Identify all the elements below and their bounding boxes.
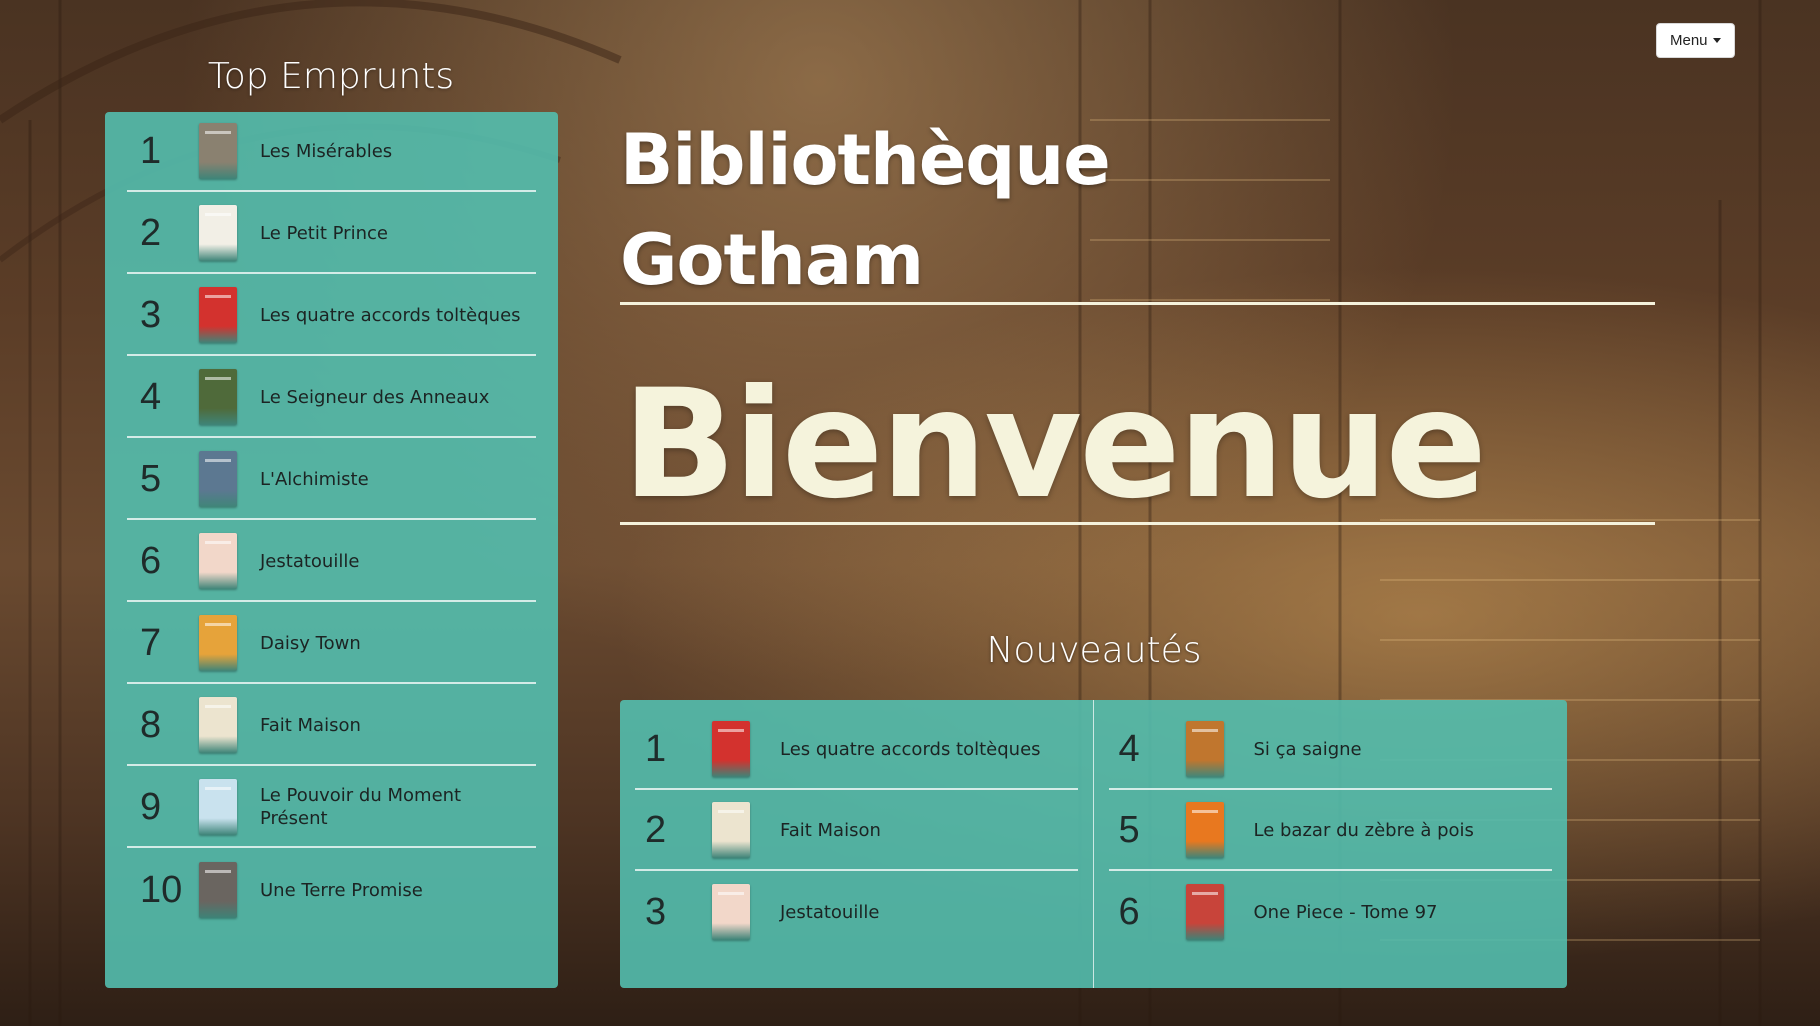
rank-number: 2 — [645, 808, 667, 851]
list-item[interactable]: 2 Le Petit Prince — [127, 194, 536, 274]
rank-number: 9 — [140, 785, 162, 828]
book-cover — [199, 123, 237, 179]
rank-number: 7 — [140, 621, 162, 664]
book-title: Les Misérables — [260, 140, 393, 162]
rank-number: 2 — [140, 211, 162, 254]
rank-number: 4 — [1118, 727, 1140, 770]
book-title: Le bazar du zèbre à pois — [1253, 819, 1474, 841]
rank-number: 4 — [140, 375, 162, 418]
list-item[interactable]: 3 Jestatouille — [635, 872, 1078, 952]
new-arrivals-column-right: 4 Si ça saigne 5 Le bazar du zèbre à poi… — [1094, 700, 1568, 988]
menu-button[interactable]: Menu — [1656, 23, 1735, 58]
book-title: Le Seigneur des Anneaux — [260, 386, 490, 408]
page-title-line-1: Bibliothèque — [620, 119, 1111, 201]
list-item[interactable]: 1 Les quatre accords toltèques — [635, 710, 1078, 790]
rank-number: 10 — [140, 868, 183, 911]
book-title: L'Alchimiste — [260, 468, 369, 490]
book-cover — [199, 205, 237, 261]
divider — [620, 302, 1655, 305]
rank-number: 6 — [1118, 890, 1140, 933]
book-title: Le Pouvoir du Moment Présent — [260, 785, 462, 829]
list-item[interactable]: 5 Le bazar du zèbre à pois — [1108, 791, 1552, 871]
book-cover — [199, 615, 237, 671]
list-item[interactable]: 3 Les quatre accords toltèques — [127, 276, 536, 356]
book-cover — [1185, 721, 1224, 777]
book-title: Une Terre Promise — [260, 879, 423, 901]
list-item[interactable]: 10 Une Terre Promise — [127, 850, 536, 930]
new-arrivals-title: Nouveautés — [986, 630, 1202, 671]
book-cover — [712, 884, 750, 940]
list-item[interactable]: 7 Daisy Town — [127, 604, 536, 684]
book-cover — [199, 697, 237, 753]
book-title: Les quatre accords toltèques — [260, 304, 521, 326]
top-borrowed-panel: 1 Les Misérables 2 Le Petit Prince 3 Les… — [105, 112, 558, 988]
rank-number: 6 — [140, 539, 162, 582]
caret-down-icon — [1712, 38, 1721, 43]
rank-number: 1 — [645, 727, 667, 770]
book-title: Fait Maison — [780, 819, 881, 841]
book-cover — [199, 533, 237, 589]
rank-number: 3 — [645, 890, 667, 933]
book-cover — [199, 287, 237, 343]
rank-number: 1 — [140, 129, 162, 172]
book-cover — [199, 862, 237, 918]
book-title: Le Petit Prince — [260, 222, 388, 244]
rank-number: 3 — [140, 293, 162, 336]
rank-number: 5 — [1118, 808, 1140, 851]
book-title: Jestatouille — [780, 901, 880, 923]
page-title-line-2: Gotham — [620, 219, 924, 301]
rank-number: 5 — [140, 457, 162, 500]
book-cover — [712, 721, 750, 777]
divider — [620, 522, 1655, 525]
book-cover — [199, 451, 237, 507]
list-item[interactable]: 6 One Piece - Tome 97 — [1109, 872, 1553, 952]
list-item[interactable]: 9 Le Pouvoir du Moment Présent — [127, 768, 536, 848]
list-item[interactable]: 1 Les Misérables — [127, 112, 536, 192]
book-title: One Piece - Tome 97 — [1253, 901, 1438, 923]
book-cover — [1185, 884, 1224, 940]
list-item[interactable]: 2 Fait Maison — [635, 791, 1078, 871]
list-item[interactable]: 4 Si ça saigne — [1108, 710, 1552, 790]
welcome-heading: Bienvenue — [622, 358, 1487, 532]
top-borrowed-title: Top Emprunts — [207, 56, 455, 97]
book-cover — [199, 779, 237, 835]
list-item[interactable]: 4 Le Seigneur des Anneaux — [127, 358, 536, 438]
book-title: Les quatre accords toltèques — [780, 738, 1041, 760]
list-item[interactable]: 8 Fait Maison — [127, 686, 536, 766]
book-cover — [712, 802, 750, 858]
page-title: Bibliothèque Gotham — [620, 110, 1320, 310]
book-title: Fait Maison — [260, 714, 361, 736]
new-arrivals-column-left: 1 Les quatre accords toltèques 2 Fait Ma… — [620, 700, 1094, 988]
menu-button-label: Menu — [1670, 32, 1708, 49]
book-title: Jestatouille — [260, 550, 360, 572]
rank-number: 8 — [140, 703, 162, 746]
book-title: Si ça saigne — [1253, 738, 1362, 760]
list-item[interactable]: 6 Jestatouille — [127, 522, 536, 602]
book-cover — [1185, 802, 1224, 858]
book-cover — [199, 369, 237, 425]
new-arrivals-panel: 1 Les quatre accords toltèques 2 Fait Ma… — [620, 700, 1567, 988]
book-title: Daisy Town — [260, 632, 361, 654]
list-item[interactable]: 5 L'Alchimiste — [127, 440, 536, 520]
